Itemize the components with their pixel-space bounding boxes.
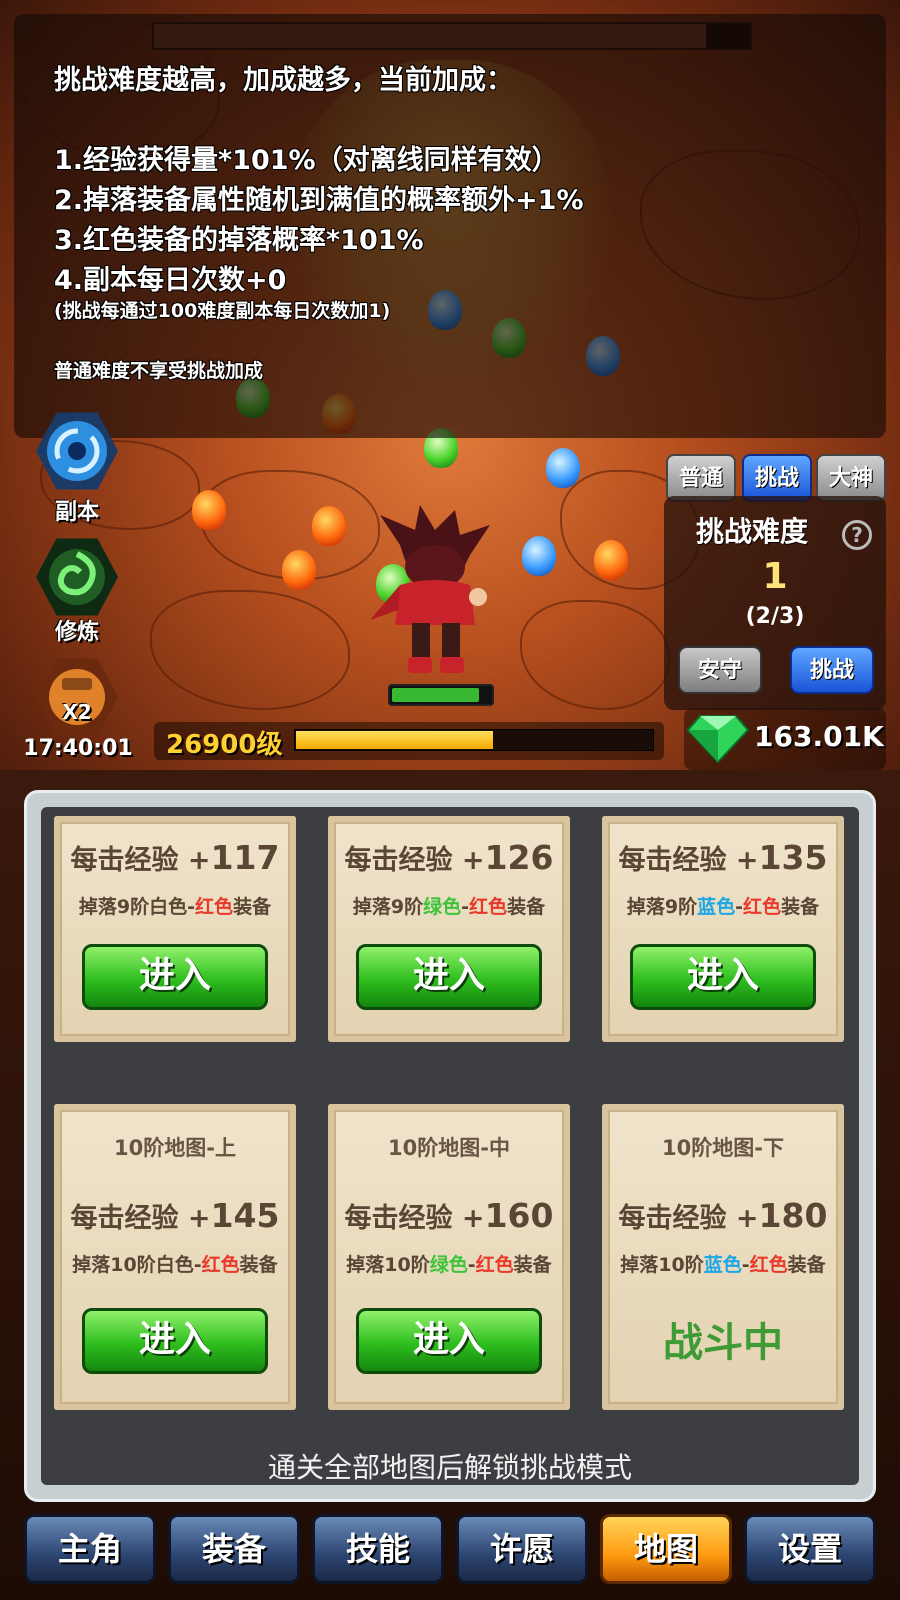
enter-button[interactable]: 进入 — [82, 1308, 268, 1374]
exp-per-hit: 每击经验 +145 — [70, 1196, 280, 1235]
safe-button[interactable]: 安守 — [678, 646, 762, 694]
difficulty-title: 挑战难度 — [696, 515, 809, 548]
map-name: 10阶地图-上 — [114, 1136, 236, 1160]
drop-info: 掉落10阶绿色-红色装备 — [346, 1254, 552, 1276]
bonus-line-2: 2.掉落装备属性随机到满值的概率额外+1% — [54, 185, 584, 216]
gem-count: 163.01K — [754, 720, 884, 753]
red-drop[interactable] — [594, 540, 628, 580]
red-drop[interactable] — [282, 550, 316, 590]
hero-hp-bar — [388, 684, 494, 706]
drop-info: 掉落10阶蓝色-红色装备 — [620, 1254, 826, 1276]
tab-challenge[interactable]: 挑战 — [742, 454, 812, 502]
hero-hp-fill — [392, 688, 479, 702]
dungeon-label[interactable]: 副本 — [20, 494, 134, 526]
tab-normal[interactable]: 普通 — [666, 454, 736, 502]
player-level: 26900级 — [166, 730, 283, 760]
enter-button[interactable]: 进入 — [356, 944, 542, 1010]
nav-hero[interactable]: 主角 — [24, 1514, 156, 1584]
bonus-line-1: 1.经验获得量*101%（对离线同样有效） — [54, 145, 559, 176]
difficulty-value: 1 — [762, 556, 788, 597]
exp-per-hit: 每击经验 +160 — [344, 1196, 554, 1235]
nav-wish[interactable]: 许愿 — [456, 1514, 588, 1584]
bonus-note: (挑战每通过100难度副本每日次数加1) — [54, 300, 391, 322]
in-battle-status: 战斗中 — [663, 1320, 783, 1366]
enter-button[interactable]: 进入 — [356, 1308, 542, 1374]
blue-drop[interactable] — [546, 448, 580, 488]
nav-equipment[interactable]: 装备 — [168, 1514, 300, 1584]
map-card: 10阶地图-中 每击经验 +160 掉落10阶绿色-红色装备 进入 — [328, 1104, 570, 1410]
enter-button[interactable]: 进入 — [82, 944, 268, 1010]
bonus-line-3: 3.红色装备的掉落概率*101% — [54, 225, 424, 256]
exp-per-hit: 每击经验 +135 — [618, 838, 828, 877]
enter-button[interactable]: 进入 — [630, 944, 816, 1010]
training-label[interactable]: 修炼 — [20, 614, 134, 646]
map-card: 每击经验 +117 掉落9阶白色-红色装备 进入 — [54, 816, 296, 1042]
map-name: 10阶地图-下 — [662, 1136, 784, 1160]
tab-master[interactable]: 大神 — [816, 454, 886, 502]
gem-currency: 163.01K — [684, 708, 886, 770]
diamond-icon — [686, 715, 750, 764]
ground-crack — [150, 590, 350, 710]
exp-per-hit: 每击经验 +117 — [70, 838, 280, 877]
drop-info: 掉落9阶绿色-红色装备 — [352, 896, 546, 918]
bonus-header: 挑战难度越高，加成越多，当前加成： — [54, 65, 513, 96]
blue-drop[interactable] — [522, 536, 556, 576]
level-bar: 26900级 — [154, 722, 664, 760]
bonus-line-4: 4.副本每日次数+0 — [54, 265, 287, 296]
boost-timer: 17:40:01 — [23, 736, 133, 761]
difficulty-attempts: (2/3) — [745, 604, 805, 629]
red-drop[interactable] — [192, 490, 226, 530]
map-card: 每击经验 +135 掉落9阶蓝色-红色装备 进入 — [602, 816, 844, 1042]
nav-map[interactable]: 地图 — [600, 1514, 732, 1584]
bonus-footer: 普通难度不享受挑战加成 — [54, 360, 264, 382]
exp-per-hit: 每击经验 +126 — [344, 838, 554, 877]
hero-character — [370, 505, 490, 673]
help-icon[interactable]: ? — [842, 520, 872, 550]
nav-settings[interactable]: 设置 — [744, 1514, 876, 1584]
challenge-button[interactable]: 挑战 — [790, 646, 874, 694]
red-drop[interactable] — [312, 506, 346, 546]
map-name: 10阶地图-中 — [388, 1136, 510, 1160]
map-card: 每击经验 +126 掉落9阶绿色-红色装备 进入 — [328, 816, 570, 1042]
drop-info: 掉落10阶白色-红色装备 — [72, 1254, 278, 1276]
xp-fill — [296, 731, 493, 749]
xp-track — [294, 729, 654, 751]
boost-multiplier: X2 — [62, 700, 92, 724]
drop-info: 掉落9阶蓝色-红色装备 — [626, 896, 820, 918]
map-card: 10阶地图-下 每击经验 +180 掉落10阶蓝色-红色装备 战斗中 — [602, 1104, 844, 1410]
nav-skills[interactable]: 技能 — [312, 1514, 444, 1584]
ground-crack — [520, 600, 670, 710]
unlock-challenge-note: 通关全部地图后解锁挑战模式 — [267, 1451, 632, 1484]
map-card: 10阶地图-上 每击经验 +145 掉落10阶白色-红色装备 进入 — [54, 1104, 296, 1410]
exp-per-hit: 每击经验 +180 — [618, 1196, 828, 1235]
drop-info: 掉落9阶白色-红色装备 — [78, 896, 272, 918]
